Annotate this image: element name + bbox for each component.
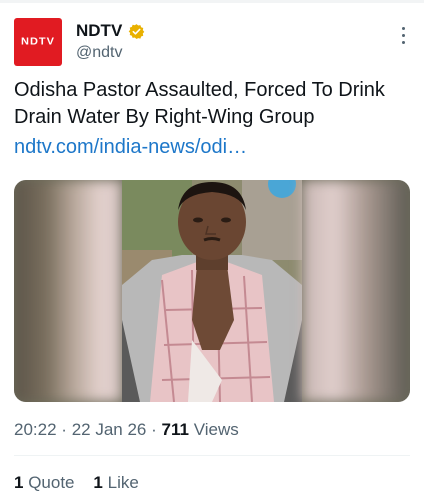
likes-label: Like (107, 473, 139, 492)
top-divider (0, 0, 424, 3)
tweet-date[interactable]: 22 Jan 26 (72, 420, 147, 439)
stats-divider (14, 455, 410, 456)
quotes-stat[interactable]: 1 Quote (14, 473, 75, 492)
tweet-stats: 1 Quote 1 Like (14, 473, 139, 493)
media-photo (122, 180, 302, 402)
more-options-icon[interactable] (402, 27, 406, 47)
author-name[interactable]: NDTV (76, 21, 122, 41)
author-name-row: NDTV (76, 21, 145, 41)
tweet-meta: 20:22 · 22 Jan 26 · 711 Views (14, 420, 239, 440)
meta-separator: · (61, 420, 67, 439)
tweet-text: Odisha Pastor Assaulted, Forced To Drink… (14, 79, 385, 128)
author-handle[interactable]: @ndtv (76, 44, 122, 62)
media-blur-left (14, 180, 122, 402)
media-blur-right (302, 180, 410, 402)
views-label: Views (193, 420, 239, 439)
quotes-label: Quote (28, 473, 75, 492)
meta-separator: · (151, 420, 157, 439)
verified-badge-icon (128, 23, 145, 39)
tweet-link[interactable]: ndtv.com/india-news/odi… (14, 134, 247, 161)
likes-count: 1 (93, 473, 103, 492)
avatar-logo-text: NDTV (21, 36, 55, 48)
avatar[interactable]: NDTV (14, 18, 62, 66)
tweet-time[interactable]: 20:22 (14, 420, 57, 439)
tweet-media[interactable] (14, 180, 410, 402)
quotes-count: 1 (14, 473, 24, 492)
views-count: 711 (161, 420, 189, 439)
likes-stat[interactable]: 1 Like (93, 473, 138, 492)
